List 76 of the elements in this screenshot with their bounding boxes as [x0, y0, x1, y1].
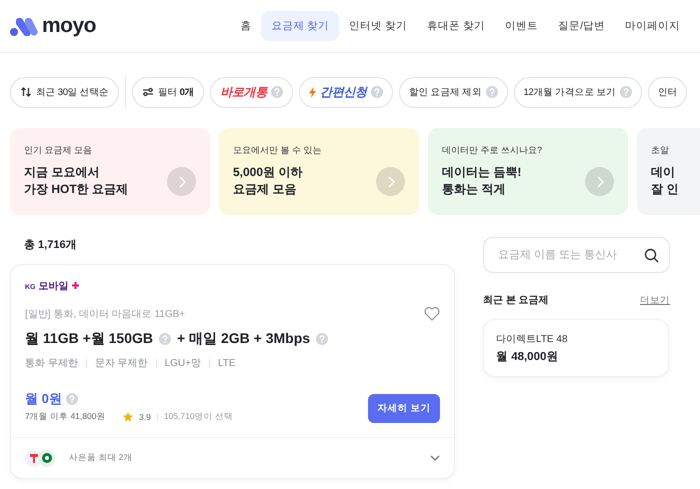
sort-arrows-icon: [20, 86, 32, 98]
nav-link[interactable]: 인터넷 찾기: [339, 11, 418, 41]
nav-link[interactable]: 질문/답변: [548, 11, 615, 41]
nav-link[interactable]: 홈: [230, 11, 262, 41]
chip-label: 간편신청: [320, 84, 367, 100]
plan-feature: LGU+망: [164, 357, 201, 370]
help-icon[interactable]: [66, 393, 78, 405]
chevron-right-icon[interactable]: [585, 167, 614, 196]
help-icon[interactable]: [486, 86, 498, 98]
later-price: 7개월 이후 41,800원: [25, 411, 106, 423]
plan-title: + 매일 2GB + 3Mbps: [177, 330, 310, 348]
chevron-down-icon[interactable]: [430, 455, 440, 461]
recent-plan-name: 다이렉트LTE 48: [496, 333, 568, 346]
chip-label: 바로개통: [220, 84, 268, 100]
filter-chip[interactable]: 간편신청: [299, 76, 393, 108]
promo-card[interactable]: 모요에서만 볼 수 있는 5,000원 이하 요금제 모음: [219, 128, 419, 215]
chosen-count: 105,710명이 선택: [164, 411, 233, 423]
promo-card[interactable]: 인기 요금제 모음 지금 모요에서 가장 HOT한 요금제: [10, 128, 210, 215]
promo-card[interactable]: 데이터만 주로 쓰시나요? 데이터는 듬뿍! 통화는 적게: [428, 128, 628, 215]
plan-category: [일반] 통화, 데이터 마음대로 11GB+: [25, 308, 186, 321]
star-icon: [123, 412, 133, 422]
filter-chip[interactable]: 12개월 가격으로 보기: [514, 76, 642, 108]
plus-icon: [72, 282, 78, 289]
details-button[interactable]: 자세히 보기: [368, 394, 440, 423]
help-icon[interactable]: [159, 333, 172, 345]
chip-label: 최근 30일 선택순: [36, 86, 109, 98]
rating: 3.9: [139, 412, 151, 422]
plan-title: 월 11GB +월 150GB: [25, 330, 154, 348]
recent-heading: 최근 본 요금제: [483, 294, 549, 307]
heart-icon[interactable]: [424, 307, 440, 321]
logo-text: moyo: [42, 14, 96, 38]
recent-plan-price: 월 48,000원: [496, 350, 560, 364]
plan-feature: 통화 무제한: [25, 357, 78, 370]
plan-feature: LTE: [218, 358, 236, 368]
total-count: 총 1,716개: [24, 238, 78, 252]
chevron-right-icon[interactable]: [167, 167, 196, 196]
nav-link[interactable]: 마이페이지: [615, 11, 690, 41]
lightning-icon: [309, 86, 316, 98]
help-icon[interactable]: [370, 86, 383, 98]
coffee-logo-icon: [38, 450, 55, 466]
filter-chip[interactable]: 필터 0개: [132, 76, 204, 108]
chip-label: 할인 요금제 제외: [408, 86, 482, 98]
nav-link[interactable]: 휴대폰 찾기: [417, 11, 496, 41]
logo-icon: [10, 16, 38, 36]
promo-caption: 모요에서만 볼 수 있는: [233, 144, 322, 157]
chip-label: 인터: [658, 86, 678, 98]
chip-label: 필터 0개: [158, 86, 194, 98]
help-icon[interactable]: [316, 333, 328, 345]
nav-link[interactable]: 이벤트: [495, 11, 548, 41]
promo-title: 지금 모요에서 가장 HOT한 요금제: [24, 164, 128, 198]
sliders-icon: [142, 86, 154, 98]
gift-label: 사은품 최대 2개: [69, 452, 132, 464]
promo-title: 데이 잘 인: [651, 164, 678, 198]
chevron-right-icon[interactable]: [376, 167, 405, 196]
filter-chip[interactable]: 최근 30일 선택순: [10, 76, 119, 108]
chip-label: 12개월 가격으로 보기: [524, 86, 616, 98]
plan-price: 월 0원: [25, 390, 62, 408]
plan-feature: 문자 무제한: [94, 357, 148, 370]
promo-caption: 인기 요금제 모음: [24, 144, 94, 157]
recent-plan-card[interactable]: 다이렉트LTE 48 월 48,000원: [483, 319, 669, 377]
help-icon[interactable]: [271, 86, 284, 98]
gift-icon: [25, 450, 42, 466]
promo-caption: 초알: [651, 144, 670, 157]
filter-chip[interactable]: 할인 요금제 제외: [398, 76, 508, 108]
filter-chip[interactable]: 인터: [648, 76, 688, 108]
search-icon[interactable]: [644, 248, 659, 262]
help-icon[interactable]: [620, 86, 632, 98]
promo-title: 5,000원 이하 요금제 모음: [233, 164, 304, 198]
promo-caption: 데이터만 주로 쓰시나요?: [442, 144, 542, 157]
nav-link[interactable]: 요금제 찾기: [261, 11, 340, 41]
more-link[interactable]: 더보기: [640, 294, 670, 306]
filter-chip[interactable]: 바로개통: [210, 76, 294, 108]
carrier-name: 모바일: [38, 280, 68, 293]
promo-title: 데이터는 듬뿍! 통화는 적게: [442, 164, 522, 198]
search-field[interactable]: 요금제 이름 또는 통신사: [483, 237, 670, 273]
promo-card[interactable]: 초알 데이 잘 인: [637, 128, 700, 215]
